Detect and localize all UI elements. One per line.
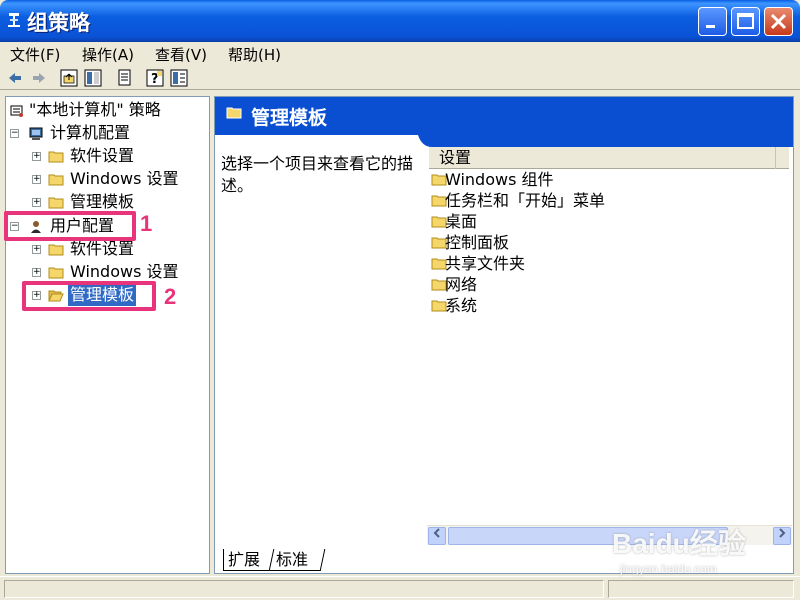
tab-standard-label: 标准 (276, 550, 309, 569)
tree-label: 软件设置 (70, 239, 135, 258)
description-text: 选择一个项目来查看它的描述。 (221, 154, 414, 195)
pane-header-title: 管理模板 (251, 107, 328, 129)
scroll-left-button[interactable] (428, 527, 446, 545)
collapse-toggle[interactable]: − (10, 129, 19, 138)
tree-label-root: "本地计算机" 策略 (29, 100, 161, 119)
export-list-icon[interactable] (116, 69, 134, 87)
watermark-url: jingyan.baidu.com (620, 562, 717, 576)
show-hide-tree-icon[interactable] (84, 69, 102, 87)
folder-icon (48, 174, 64, 186)
list-item-label: 网络 (445, 275, 478, 294)
chevron-right-icon (779, 528, 786, 538)
expand-toggle[interactable]: + (32, 268, 41, 277)
expand-toggle[interactable]: + (32, 152, 41, 161)
menu-help[interactable]: 帮助(H) (228, 44, 281, 65)
list-item-label: 共享文件夹 (445, 254, 526, 273)
properties-icon[interactable] (170, 69, 188, 87)
maximize-icon (737, 13, 754, 29)
tree-label: 管理模板 (70, 192, 135, 211)
forward-arrow-icon[interactable] (30, 69, 48, 87)
list-item-label: 任务栏和「开始」菜单 (445, 191, 606, 210)
tree-label-computer-config: 计算机配置 (50, 123, 131, 142)
list-item-label: Windows 组件 (445, 170, 554, 189)
tree-label: Windows 设置 (70, 169, 179, 188)
folder-icon (48, 267, 64, 279)
folder-icon (226, 107, 242, 119)
pane-header: 管理模板 (215, 97, 793, 135)
toolbar: ? (0, 66, 800, 90)
minimize-icon (706, 25, 715, 28)
help-icon[interactable]: ? (146, 69, 164, 87)
chevron-left-icon (433, 528, 440, 538)
status-bar (0, 576, 800, 600)
settings-list[interactable]: 设置 Windows 组件 任务栏和「开始」菜单 桌面 控制面板 共享文件夹 网… (425, 143, 793, 563)
list-item-label: 控制面板 (445, 233, 510, 252)
tab-extended[interactable]: 扩展 (223, 549, 271, 571)
folder-icon (48, 244, 64, 256)
minimize-button[interactable] (698, 7, 727, 36)
policy-scroll-icon (10, 105, 23, 117)
menu-bar: 文件(F) 操作(A) 查看(V) 帮助(H) (0, 42, 800, 66)
tab-standard[interactable]: 标准 (268, 549, 326, 571)
menu-action[interactable]: 操作(A) (82, 44, 134, 65)
column-header-label: 设置 (439, 148, 472, 167)
back-arrow-icon[interactable] (6, 69, 24, 87)
tree-label: 软件设置 (70, 146, 135, 165)
tree-label: Windows 设置 (70, 262, 179, 281)
annotation-number-1: 1 (140, 211, 153, 236)
menu-file[interactable]: 文件(F) (10, 44, 60, 65)
annotation-number-2: 2 (164, 284, 177, 309)
status-cell-main (4, 580, 604, 598)
maximize-button[interactable] (731, 7, 760, 36)
list-item-label: 系统 (445, 296, 478, 315)
title-bar[interactable]: 组策略 (0, 0, 800, 42)
folder-icon (48, 197, 64, 209)
scroll-right-button[interactable] (773, 527, 791, 545)
close-icon (770, 13, 787, 30)
menu-view[interactable]: 查看(V) (155, 44, 207, 65)
group-policy-icon (8, 13, 20, 27)
watermark-logo: Baidu经验 (612, 528, 746, 559)
tree-pane[interactable]: "本地计算机" 策略 − 计算机配置 + 软件设置 + Windows 设置 +… (5, 96, 210, 574)
column-header-settings[interactable]: 设置 (429, 147, 789, 169)
expand-toggle[interactable]: + (32, 198, 41, 207)
close-button[interactable] (764, 7, 793, 36)
details-pane: 管理模板 选择一个项目来查看它的描述。 设置 Windows 组件 任务栏和「开… (214, 96, 794, 574)
column-separator[interactable] (775, 147, 776, 169)
annotation-box-1 (4, 211, 136, 241)
expand-toggle[interactable]: + (32, 175, 41, 184)
status-cell-secondary (608, 580, 794, 598)
list-item-label: 桌面 (445, 212, 478, 231)
folder-icon (48, 151, 64, 163)
computer-icon (29, 127, 43, 140)
expand-toggle[interactable]: + (32, 245, 41, 254)
up-folder-icon[interactable] (60, 69, 78, 87)
annotation-box-2 (22, 281, 156, 311)
window-title: 组策略 (27, 11, 90, 35)
